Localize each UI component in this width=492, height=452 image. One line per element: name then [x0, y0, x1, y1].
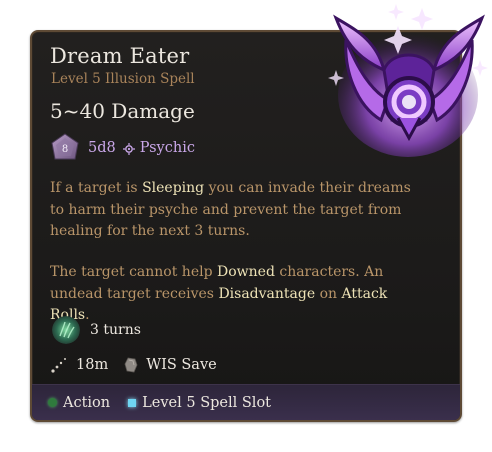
range-label: 18m — [76, 357, 109, 373]
keyword-sleeping[interactable]: Sleeping — [142, 180, 204, 196]
saving-throw-label: WIS Save — [146, 357, 217, 373]
action-cost-label: Action — [63, 394, 111, 411]
spell-slot-label: Level 5 Spell Slot — [142, 394, 271, 411]
keyword-downed[interactable]: Downed — [217, 264, 275, 280]
action-resource-icon — [48, 398, 57, 407]
spell-title: Dream Eater — [50, 44, 190, 68]
description-paragraph-1: If a target is Sleeping you can invade t… — [50, 180, 411, 239]
dream-eater-spell-icon — [326, 0, 492, 160]
duration-row: 3 turns — [52, 316, 141, 344]
psychic-hand-icon — [52, 316, 80, 344]
damage-range: 5~40 Damage — [50, 99, 195, 123]
damage-dice-row: 8 5d8 Psychic — [50, 133, 195, 163]
d8-dice-icon: 8 — [50, 133, 80, 163]
psychic-icon — [122, 141, 136, 155]
spell-slot-icon — [128, 398, 137, 407]
stone-icon — [124, 356, 138, 374]
damage-type: Psychic — [139, 140, 195, 156]
range-icon — [50, 356, 68, 374]
cost-footer: Action Level 5 Spell Slot — [32, 384, 460, 420]
spell-level-school: Level 5 Illusion Spell — [51, 71, 195, 87]
dice-face-number: 8 — [62, 144, 68, 155]
duration-label: 3 turns — [90, 322, 141, 338]
range-save-row: 18m WIS Save — [50, 356, 217, 374]
keyword-disadvantage[interactable]: Disadvantage — [218, 286, 315, 302]
dice-formula: 5d8 — [88, 140, 116, 156]
